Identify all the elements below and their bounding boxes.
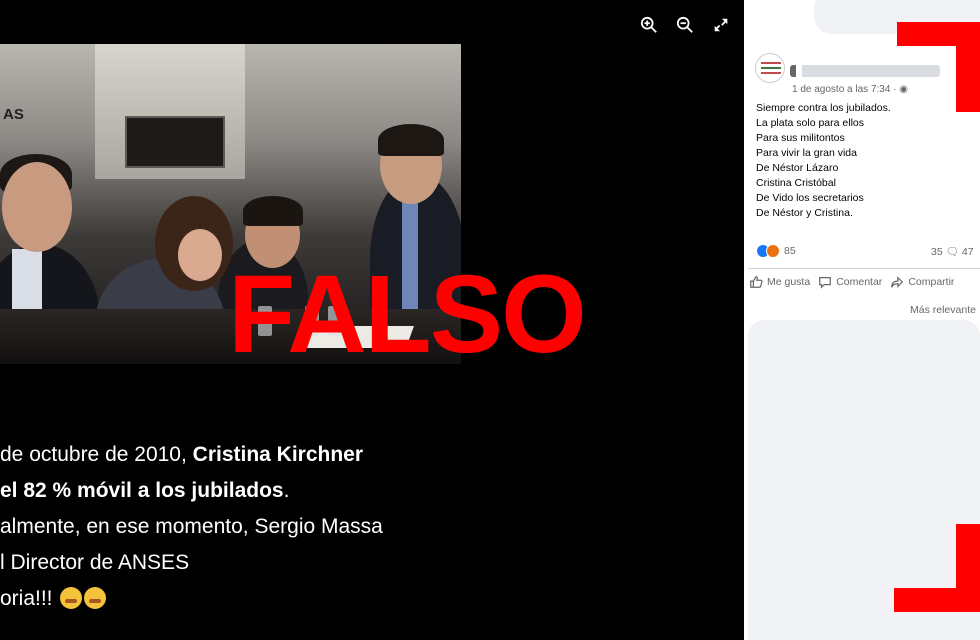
reactions-summary[interactable]: 85 bbox=[756, 244, 796, 258]
expand-icon[interactable] bbox=[710, 14, 732, 36]
engagement-counts[interactable]: 35 🗨 47 bbox=[931, 245, 974, 258]
comment-label: Comentar bbox=[836, 276, 883, 288]
post-line: De Néstor Lázaro bbox=[756, 162, 839, 174]
caption-line1-bold: Cristina Kirchner bbox=[192, 443, 364, 466]
post-line: Para sus militontos bbox=[756, 132, 845, 144]
comment-icon bbox=[819, 277, 832, 289]
caption-line5: oria!!! bbox=[0, 587, 53, 610]
post-date-text: 1 de agosto a las 7:34 · bbox=[792, 84, 900, 95]
thumbs-up-icon bbox=[750, 276, 763, 288]
share-label: Compartir bbox=[908, 276, 955, 288]
post-line: Cristina Cristóbal bbox=[756, 177, 836, 189]
post-text: Siempre contra los jubilados. La plata s… bbox=[756, 101, 891, 221]
grimace-emoji-icon bbox=[84, 587, 107, 609]
caption-line1-plain: de octubre de 2010, bbox=[0, 443, 193, 466]
comment-button[interactable]: Comentar bbox=[818, 275, 882, 289]
caption-line2-bold: el 82 % móvil a los jubilados bbox=[0, 479, 284, 502]
globe-icon: ◉ bbox=[899, 84, 909, 95]
author-name-redacted[interactable] bbox=[790, 65, 940, 77]
caption-line4: l Director de ANSES bbox=[0, 551, 190, 574]
share-button[interactable]: Compartir bbox=[890, 275, 954, 289]
post-line: La plata solo para ellos bbox=[756, 117, 864, 129]
falso-stamp: FALSO bbox=[228, 253, 587, 376]
frame-corner-top-v bbox=[956, 22, 980, 112]
post-line: De Néstor y Cristina. bbox=[756, 207, 853, 219]
zoom-out-icon[interactable] bbox=[674, 14, 696, 36]
post-actions: Me gusta Comentar Compartir bbox=[749, 275, 954, 289]
photo-sign-text: AS bbox=[3, 106, 24, 123]
image-caption: de octubre de 2010, Cristina Kirchner el… bbox=[0, 437, 383, 617]
shares-count: 47 bbox=[961, 246, 974, 258]
comment-bubble-icon: 🗨 bbox=[945, 246, 959, 258]
reactions-count: 85 bbox=[784, 245, 796, 257]
comments-count: 35 bbox=[931, 246, 943, 258]
post-panel: 1 de agosto a las 7:34 · ◉ Siempre contr… bbox=[744, 0, 980, 640]
frame-corner-bottom-h bbox=[894, 588, 980, 612]
post-line: De Vido los secretarios bbox=[756, 192, 864, 204]
like-button[interactable]: Me gusta bbox=[749, 275, 810, 289]
post-line: Siempre contra los jubilados. bbox=[756, 102, 891, 114]
angry-reaction-icon bbox=[766, 244, 780, 258]
avatar[interactable] bbox=[755, 53, 785, 83]
post-date[interactable]: 1 de agosto a las 7:34 · ◉ bbox=[792, 84, 908, 95]
caption-line3: almente, en ese momento, Sergio Massa bbox=[0, 515, 383, 538]
comment-sort-dropdown[interactable]: Más relevante bbox=[910, 304, 976, 316]
post-line: Para vivir la gran vida bbox=[756, 147, 857, 159]
media-viewer: AS FALSO de octubre de 2010, Cristina Ki… bbox=[0, 0, 744, 640]
zoom-in-icon[interactable] bbox=[638, 14, 660, 36]
like-label: Me gusta bbox=[767, 276, 811, 288]
divider bbox=[748, 268, 980, 269]
share-icon bbox=[891, 276, 904, 288]
thinking-emoji-icon bbox=[60, 587, 83, 609]
caption-line2-plain: . bbox=[283, 479, 290, 502]
